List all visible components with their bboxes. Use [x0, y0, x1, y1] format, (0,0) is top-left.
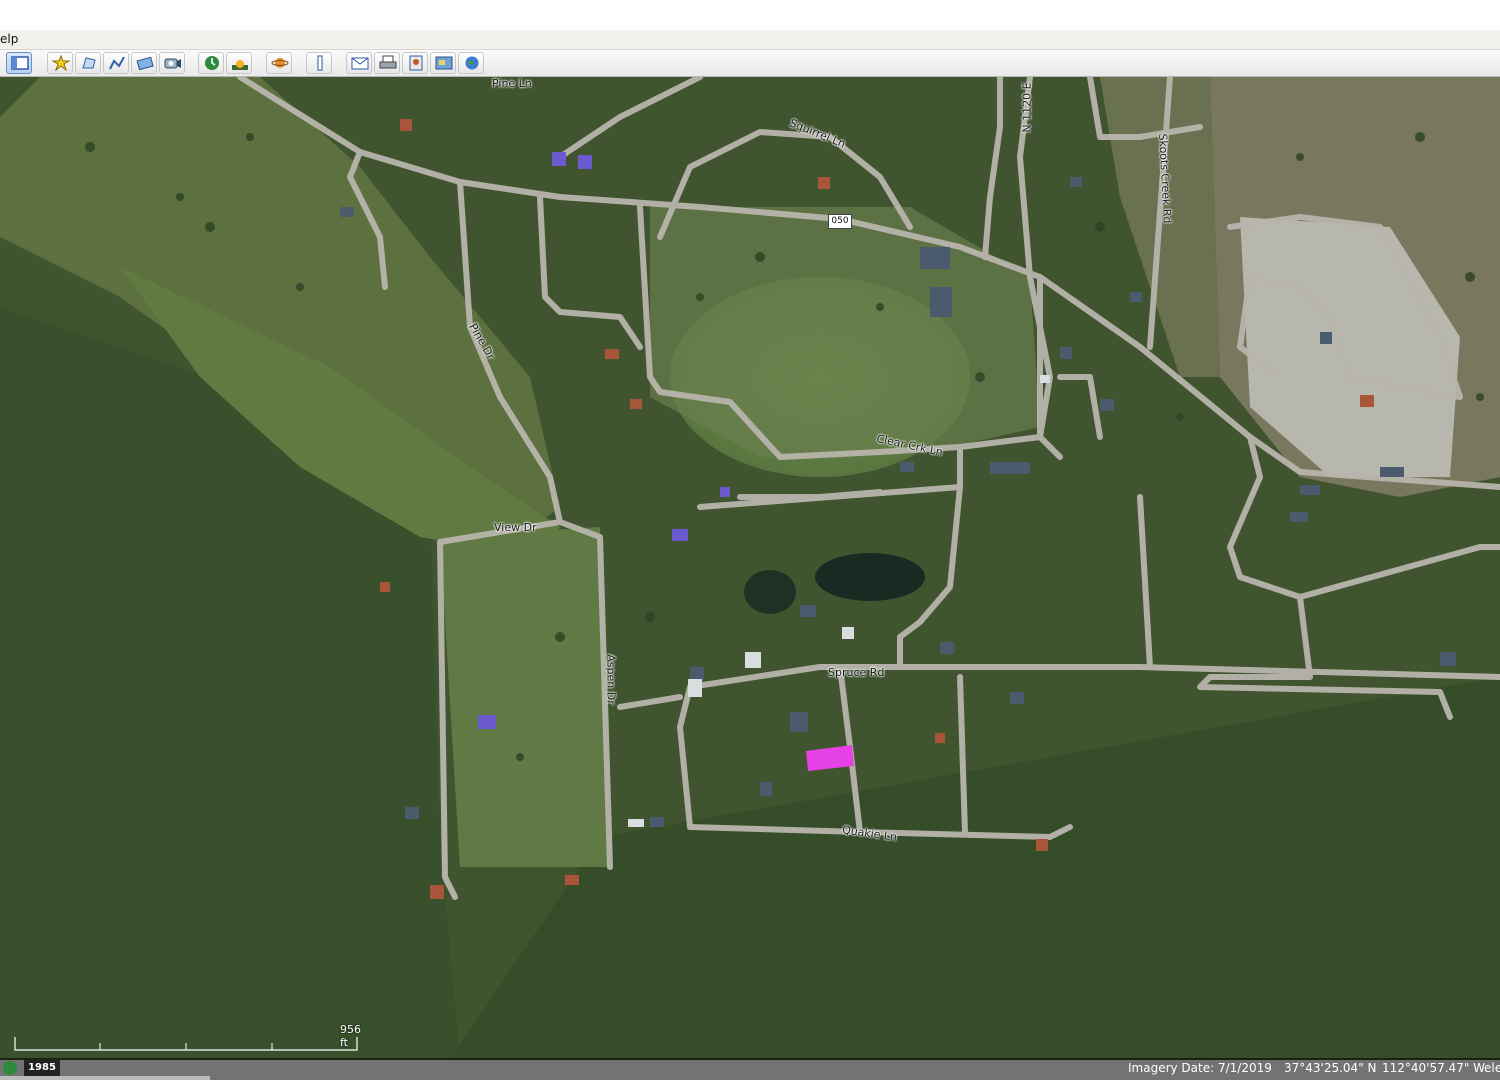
- polygon-icon: [82, 57, 96, 69]
- sidebar-icon: [11, 56, 29, 70]
- menu-bar: elp: [0, 30, 1500, 50]
- maps-icon: [435, 56, 453, 70]
- earth-button[interactable]: [458, 52, 484, 74]
- toolbar: [0, 50, 1500, 77]
- planet-icon: [271, 58, 289, 68]
- scale-ruler: [14, 1037, 358, 1051]
- road-label-pine-ln: Pine Ln: [492, 77, 532, 90]
- ruler-button[interactable]: [306, 52, 332, 74]
- add-path-button[interactable]: [103, 52, 129, 74]
- route-shield: 050: [828, 214, 852, 229]
- ruler-icon: [317, 55, 323, 71]
- sidebar-toggle-button[interactable]: [6, 52, 32, 74]
- timeline-slider[interactable]: [0, 1076, 210, 1080]
- placemark-icon: [52, 55, 70, 71]
- road-label-view-dr: View Dr: [494, 521, 537, 534]
- latitude-readout: 37°43'25.04" N: [1284, 1061, 1377, 1075]
- add-placemark-button[interactable]: [47, 52, 73, 74]
- save-image-button[interactable]: [402, 52, 428, 74]
- tour-icon: [164, 58, 181, 69]
- imagery-date: Imagery Date: 7/1/2019: [1128, 1061, 1272, 1075]
- planets-button[interactable]: [266, 52, 292, 74]
- aerial-imagery: [0, 77, 1500, 1060]
- elevation-readout: ele: [1484, 1061, 1500, 1075]
- scale-bar: 956 ft: [14, 1023, 361, 1053]
- print-icon: [379, 55, 397, 69]
- add-image-overlay-button[interactable]: [131, 52, 157, 74]
- email-button[interactable]: [346, 52, 372, 74]
- historical-clock-icon[interactable]: [3, 1061, 17, 1075]
- timeline-year[interactable]: 1985: [24, 1060, 60, 1076]
- satellite-map-view[interactable]: Pine Ln Squirrel Ln N 1120 E Skoots Cree…: [0, 77, 1500, 1060]
- window-top-strip: [0, 0, 1500, 30]
- road-label-n-1120: N 1120 E: [1020, 82, 1034, 133]
- clock-icon: [205, 56, 219, 70]
- record-tour-button[interactable]: [159, 52, 185, 74]
- sun-icon: [232, 60, 248, 70]
- image-overlay-icon: [136, 56, 154, 71]
- historical-imagery-button[interactable]: [198, 52, 224, 74]
- path-icon: [109, 56, 125, 70]
- email-icon: [351, 57, 369, 70]
- save-image-icon: [409, 55, 423, 71]
- print-button[interactable]: [374, 52, 400, 74]
- road-label-aspen-dr: Aspen Dr: [604, 654, 618, 705]
- add-polygon-button[interactable]: [75, 52, 101, 74]
- status-bar: 1985 Imagery Date: 7/1/2019 37°43'25.04"…: [0, 1058, 1500, 1080]
- road-label-spruce-rd: Spruce Rd: [828, 666, 885, 679]
- globe-icon: [465, 56, 479, 70]
- view-in-maps-button[interactable]: [430, 52, 456, 74]
- sunlight-button[interactable]: [226, 52, 252, 74]
- longitude-readout: 112°40'57.47" W: [1382, 1061, 1486, 1075]
- menu-help[interactable]: elp: [0, 30, 18, 49]
